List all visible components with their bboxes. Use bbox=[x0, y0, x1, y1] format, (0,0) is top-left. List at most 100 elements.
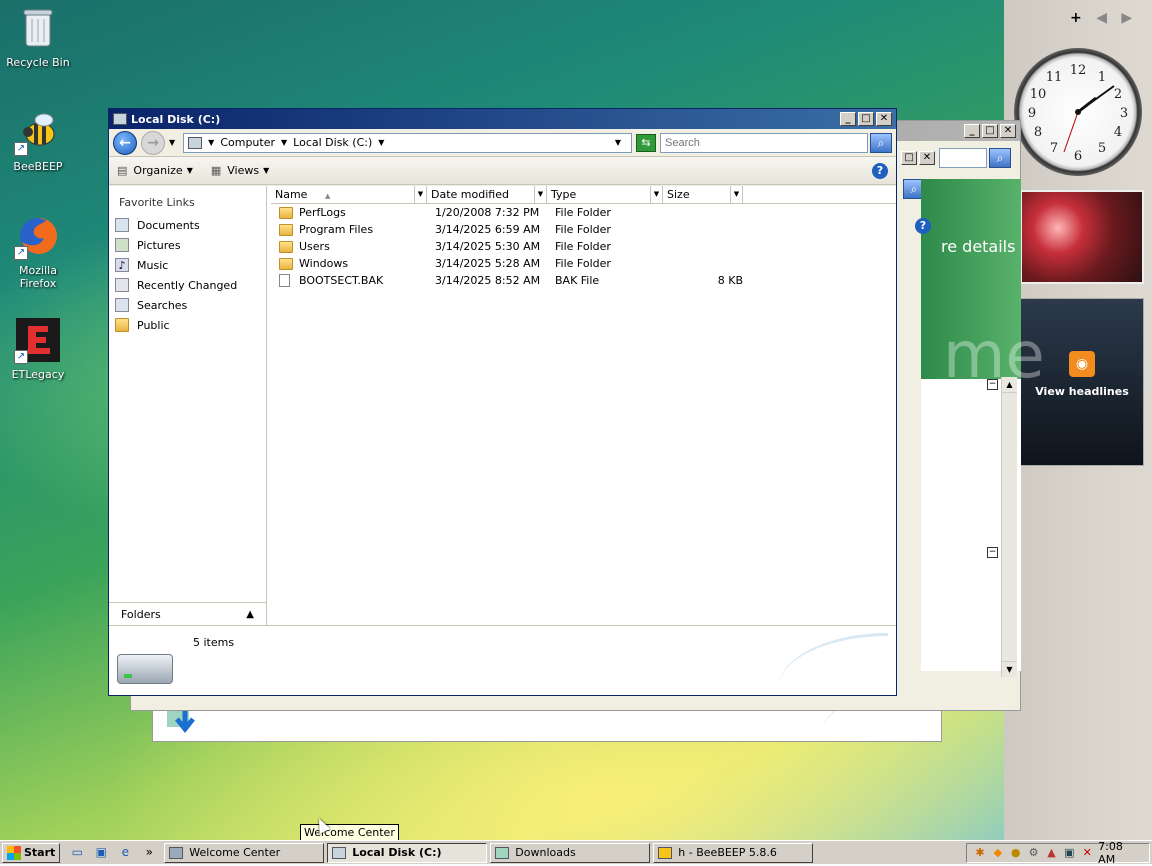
svg-text:3: 3 bbox=[1120, 106, 1128, 121]
chevron-down-icon[interactable]: ▼ bbox=[281, 138, 287, 147]
minimize-button[interactable]: _ bbox=[964, 124, 980, 138]
chevron-down-icon[interactable]: ▼ bbox=[414, 186, 426, 203]
task-downloads[interactable]: Downloads bbox=[490, 842, 651, 863]
task-beebeep[interactable]: h - BeeBEEP 5.8.6 bbox=[653, 842, 814, 863]
folders-toggle[interactable]: Folders ▲ bbox=[109, 602, 266, 626]
documents-icon bbox=[115, 218, 129, 232]
chevron-down-icon[interactable]: ▼ bbox=[730, 186, 742, 203]
desktop-icon-label: Recycle Bin bbox=[6, 56, 70, 69]
breadcrumb-computer[interactable]: Computer bbox=[220, 136, 275, 149]
table-row[interactable]: BOOTSECT.BAK 3/14/2025 8:52 AM BAK File … bbox=[275, 272, 896, 289]
maximize-button[interactable]: □ bbox=[858, 112, 874, 126]
show-details-link[interactable]: re details bbox=[941, 237, 1015, 256]
file-date: 3/14/2025 6:59 AM bbox=[435, 223, 541, 236]
organize-button[interactable]: ▤ Organize ▼ bbox=[117, 164, 197, 177]
add-gadget-button[interactable]: + bbox=[1070, 10, 1082, 26]
folder-icon bbox=[279, 240, 293, 253]
slideshow-gadget[interactable] bbox=[1020, 190, 1144, 284]
maximize-button[interactable]: □ bbox=[901, 151, 917, 165]
nav-link-pictures[interactable]: Pictures bbox=[109, 235, 266, 255]
views-button[interactable]: ▦ Views ▼ bbox=[211, 164, 273, 177]
column-header-date[interactable]: Date modified ▼ bbox=[427, 186, 547, 203]
nav-link-label: Music bbox=[137, 258, 169, 272]
table-row[interactable]: PerfLogs 1/20/2008 7:32 PM File Folder bbox=[275, 204, 896, 221]
minimize-button[interactable]: _ bbox=[840, 112, 856, 126]
close-button[interactable]: ✕ bbox=[919, 151, 935, 165]
nav-link-recently-changed[interactable]: Recently Changed bbox=[109, 275, 266, 295]
task-local-disk[interactable]: Local Disk (C:) bbox=[327, 842, 488, 863]
pictures-icon bbox=[115, 238, 129, 252]
collapse-section-icon[interactable]: − bbox=[987, 547, 998, 558]
internet-explorer-icon[interactable]: e bbox=[116, 845, 134, 861]
breadcrumb-local-disk[interactable]: Local Disk (C:) bbox=[293, 136, 372, 149]
tray-clock[interactable]: 7:08 AM bbox=[1098, 840, 1143, 866]
chevron-down-icon[interactable]: ▼ bbox=[208, 138, 214, 147]
back-button[interactable]: ← bbox=[113, 130, 137, 155]
computer-icon bbox=[188, 136, 203, 149]
bee-tray-icon[interactable]: ● bbox=[1009, 846, 1023, 860]
explorer-titlebar[interactable]: Local Disk (C:) _ □ ✕ bbox=[109, 109, 896, 129]
column-header-size[interactable]: Size ▼ bbox=[663, 186, 743, 203]
chevron-down-icon[interactable]: ▼ bbox=[534, 186, 546, 203]
show-desktop-icon[interactable]: ▭ bbox=[68, 845, 86, 861]
column-header-type[interactable]: Type ▼ bbox=[547, 186, 663, 203]
quick-launch-overflow[interactable]: » bbox=[140, 845, 158, 861]
recent-pages-dropdown-icon[interactable]: ▼ bbox=[169, 138, 175, 147]
tray-app-icon[interactable]: ✱ bbox=[973, 846, 987, 860]
table-row[interactable]: Program Files 3/14/2025 6:59 AM File Fol… bbox=[275, 221, 896, 238]
table-row[interactable]: Users 3/14/2025 5:30 AM File Folder bbox=[275, 238, 896, 255]
sort-ascending-icon: ▲ bbox=[324, 192, 331, 200]
nav-link-public[interactable]: Public bbox=[109, 315, 266, 335]
security-shield-icon[interactable]: ◆ bbox=[991, 846, 1005, 860]
clock-gadget[interactable]: 12 1 2 3 45 6 78 9 10 11 bbox=[1014, 48, 1142, 176]
search-input[interactable] bbox=[939, 148, 987, 168]
nav-link-documents[interactable]: Documents bbox=[109, 215, 266, 235]
chevron-down-icon[interactable]: ▼ bbox=[650, 186, 662, 203]
nav-link-searches[interactable]: Searches bbox=[109, 295, 266, 315]
folder-icon bbox=[279, 223, 293, 236]
file-list: Name ▲ ▼ Date modified ▼ Type ▼ Size ▼ P… bbox=[267, 186, 896, 626]
views-icon: ▦ bbox=[210, 164, 222, 177]
task-welcome-center[interactable]: Welcome Center bbox=[164, 842, 325, 863]
column-header-name[interactable]: Name ▲ ▼ bbox=[271, 186, 427, 203]
search-icon[interactable]: ⌕ bbox=[870, 132, 892, 153]
start-button[interactable]: Start bbox=[2, 842, 61, 863]
scroll-down-icon[interactable]: ▼ bbox=[1002, 661, 1017, 677]
switch-windows-icon[interactable]: ▣ bbox=[92, 845, 110, 861]
help-icon[interactable]: ? bbox=[872, 162, 888, 179]
search-icon[interactable]: ⌕ bbox=[901, 179, 925, 199]
windows-logo-icon bbox=[7, 845, 21, 860]
explorer-content: Favorite Links Documents Pictures ♪ Musi… bbox=[109, 186, 896, 626]
chevron-down-icon[interactable]: ▼ bbox=[378, 138, 384, 147]
volume-muted-icon[interactable]: ✕ bbox=[1080, 846, 1094, 860]
sidebar-next-button[interactable]: ▶ bbox=[1121, 10, 1132, 26]
address-history-dropdown-icon[interactable]: ▼ bbox=[615, 138, 621, 147]
help-icon[interactable]: ? bbox=[915, 218, 931, 234]
forward-button[interactable]: → bbox=[141, 130, 165, 155]
address-bar[interactable]: ▼ Computer ▼ Local Disk (C:) ▼ ▼ bbox=[183, 132, 632, 153]
nav-link-music[interactable]: ♪ Music bbox=[109, 255, 266, 275]
table-row[interactable]: Windows 3/14/2025 5:28 AM File Folder bbox=[275, 255, 896, 272]
scroll-up-icon[interactable]: ▲ bbox=[1002, 377, 1017, 393]
vertical-scrollbar[interactable]: ▲ ▼ bbox=[1001, 377, 1017, 677]
desktop-icon-beebeep[interactable]: ↗ BeeBEEP bbox=[0, 108, 76, 173]
refresh-button[interactable]: ⇆ bbox=[636, 133, 656, 152]
maximize-button[interactable]: □ bbox=[982, 124, 998, 138]
close-button[interactable]: ✕ bbox=[1000, 124, 1016, 138]
desktop-icon-recycle-bin[interactable]: Recycle Bin bbox=[0, 4, 76, 69]
task-label: Welcome Center bbox=[189, 846, 281, 859]
shortcut-arrow-icon: ↗ bbox=[14, 246, 28, 260]
search-input[interactable] bbox=[660, 132, 868, 153]
desktop-icon-etlegacy[interactable]: ↗ ETLegacy bbox=[0, 316, 76, 381]
explorer-window[interactable]: Local Disk (C:) _ □ ✕ ← → ▼ ▼ Computer ▼… bbox=[108, 108, 897, 696]
folder-icon bbox=[495, 846, 510, 859]
collapse-section-icon[interactable]: − bbox=[987, 379, 998, 390]
network-icon[interactable]: ▣ bbox=[1062, 846, 1076, 860]
file-size: 8 KB bbox=[717, 274, 743, 287]
tray-alert-icon[interactable]: ▲ bbox=[1045, 846, 1059, 860]
tray-tool-icon[interactable]: ⚙ bbox=[1027, 846, 1041, 860]
desktop-icon-firefox[interactable]: ↗ Mozilla Firefox bbox=[0, 212, 76, 290]
search-icon[interactable]: ⌕ bbox=[989, 148, 1011, 168]
sidebar-prev-button[interactable]: ◀ bbox=[1096, 10, 1107, 26]
close-button[interactable]: ✕ bbox=[876, 112, 892, 126]
